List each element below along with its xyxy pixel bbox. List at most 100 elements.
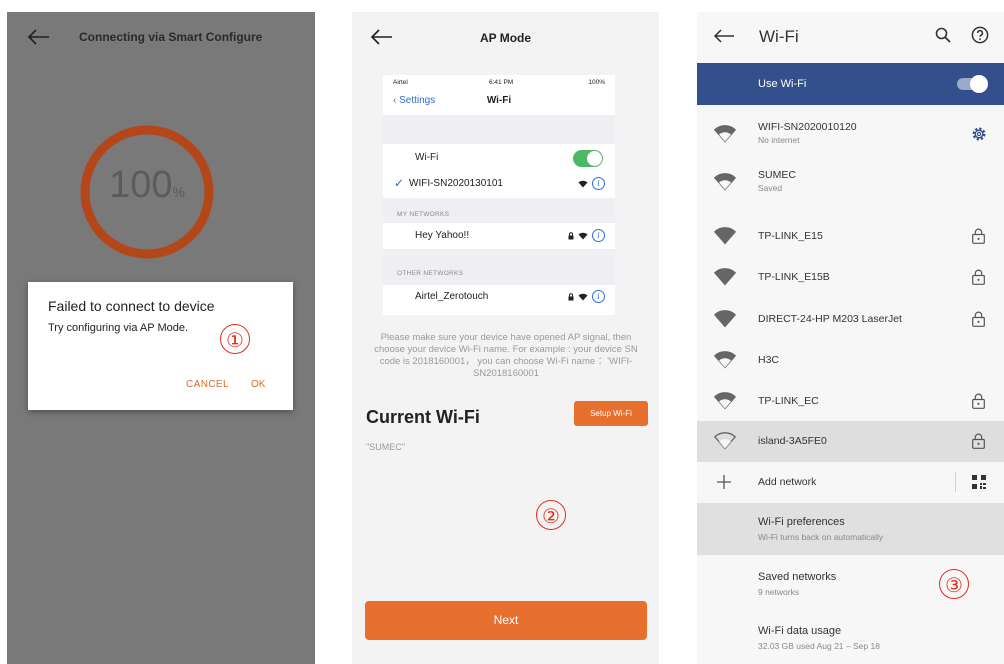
step-marker-2: ② [536,500,566,530]
network-status: No internet [758,135,800,145]
lock-icon [972,433,985,449]
network-status-icons: i [568,290,605,303]
network-row[interactable]: TP-LINK_E15B [697,257,1004,298]
instruction-note: Please make sure your device have opened… [374,332,638,379]
ios-page-title: Wi-Fi [486,95,512,106]
app-bar: Wi-Fi [697,12,1004,63]
lock-icon [972,311,985,327]
pref-title: Wi-Fi data usage [758,625,842,637]
ap-mode-screen: AP Mode Airtel 6:41 PM 100% ‹ Settings W… [352,12,659,664]
my-networks-header-bar: MY NETWORKS [383,198,615,223]
ios-nav-bar: ‹ Settings Wi-Fi [383,93,615,111]
network-status-icons: i [568,229,605,242]
search-icon[interactable] [935,27,951,43]
use-wifi-toggle[interactable] [957,75,988,93]
progress-percent: 100% [79,164,215,207]
info-icon[interactable]: i [592,290,605,303]
wifi-label: Wi-Fi [415,152,439,163]
step-marker-3: ③ [939,569,969,599]
lock-icon [972,393,985,409]
network-row[interactable]: Airtel_Zerotouch i [383,285,615,309]
network-name: TP-LINK_E15 [758,230,823,242]
network-row[interactable]: island-3A5FE0 [697,421,1004,462]
progress-unit: % [172,184,185,200]
network-row[interactable]: Hey Yahoo!! i [383,224,615,248]
gear-icon[interactable] [971,126,987,142]
network-name: SUMEC [758,169,796,181]
network-row[interactable]: H3C [697,340,1004,381]
wifi-signal-icon [714,392,736,410]
network-row[interactable]: TP-LINK_EC [697,381,1004,422]
network-name: WIFI-SN2020010120 [758,121,857,133]
wifi-signal-icon [714,173,736,191]
ok-button[interactable]: OK [251,379,265,390]
network-name: H3C [758,354,780,366]
network-name: WIFI-SN2020130101 [409,178,503,189]
info-icon[interactable]: i [592,177,605,190]
progress-value: 100 [109,164,173,206]
network-row[interactable]: TP-LINK_E15 [697,216,1004,257]
page-title: AP Mode [479,31,532,45]
help-icon[interactable] [971,26,989,44]
current-wifi-heading: Current Wi-Fi [366,407,480,427]
connected-network-row[interactable]: ✓ WIFI-SN2020130101 i [383,172,615,196]
network-status: Saved [758,183,783,193]
carrier-label: Airtel [393,79,408,86]
next-button[interactable]: Next [365,601,647,640]
use-wifi-label: Use Wi-Fi [758,78,807,90]
wifi-signal-icon [578,232,588,239]
wifi-toggle[interactable] [573,150,603,167]
section-spacer [383,115,615,144]
network-name: TP-LINK_EC [758,395,819,407]
wifi-signal-icon [714,432,736,450]
dialog-message: Try configuring via AP Mode. [48,322,189,334]
back-arrow-icon[interactable] [713,28,735,44]
back-arrow-icon[interactable] [27,28,51,46]
wifi-data-usage-row[interactable]: Wi-Fi data usage 32.03 GB used Aug 21 – … [697,612,1004,664]
plus-icon [717,475,731,489]
divider [955,472,956,492]
section-header: MY NETWORKS [397,211,450,218]
ios-status-bar: Airtel 6:41 PM 100% [383,79,615,89]
lock-icon [972,228,985,244]
android-wifi-screen: Wi-Fi Use Wi-Fi WIFI-SN2020010120 No inte… [697,12,1004,664]
use-wifi-row[interactable]: Use Wi-Fi [697,63,1004,105]
setup-wifi-button[interactable]: Setup Wi-Fi [574,401,648,426]
network-row[interactable]: WIFI-SN2020010120 No internet [697,114,1004,155]
network-name: Airtel_Zerotouch [415,291,489,302]
add-network-row[interactable]: Add network [697,462,1004,503]
battery-label: 100% [588,79,605,86]
cancel-button[interactable]: CANCEL [186,379,229,390]
wifi-signal-icon [714,125,736,143]
wifi-signal-icon [578,293,588,300]
wifi-signal-icon [714,310,736,328]
ios-wifi-screenshot: Airtel 6:41 PM 100% ‹ Settings Wi-Fi Wi-… [383,75,615,315]
wifi-toggle-row[interactable]: Wi-Fi [383,146,615,170]
network-status-icons: i [578,177,605,190]
other-networks-header-bar: OTHER NETWORKS [383,249,615,286]
status-time: 6:41 PM [489,79,514,86]
pref-title: Wi-Fi preferences [758,516,845,528]
network-name: TP-LINK_E15B [758,271,830,283]
wifi-signal-icon [714,351,736,369]
qr-code-icon[interactable] [972,475,986,489]
wifi-signal-icon [578,180,588,187]
page-title: Connecting via Smart Configure [79,30,263,44]
smart-configure-screen: Connecting via Smart Configure 100% Fail… [7,12,315,664]
lock-icon [568,292,574,300]
lock-icon [568,231,574,239]
wifi-signal-icon [714,268,736,286]
checkmark-icon: ✓ [394,176,405,190]
network-row[interactable]: DIRECT-24-HP M203 LaserJet [697,299,1004,340]
current-ssid: "SUMEC" [366,442,405,452]
network-row[interactable]: SUMEC Saved [697,162,1004,203]
wifi-signal-icon [714,227,736,245]
section-header: OTHER NETWORKS [397,270,464,277]
pref-subtitle: 9 networks [758,587,800,597]
network-name: DIRECT-24-HP M203 LaserJet [758,313,902,325]
step-marker-1: ① [220,324,250,354]
wifi-preferences-row[interactable]: Wi-Fi preferences Wi-Fi turns back on au… [697,503,1004,555]
info-icon[interactable]: i [592,229,605,242]
pref-subtitle: Wi-Fi turns back on automatically [758,532,884,542]
page-title: Wi-Fi [759,27,799,46]
